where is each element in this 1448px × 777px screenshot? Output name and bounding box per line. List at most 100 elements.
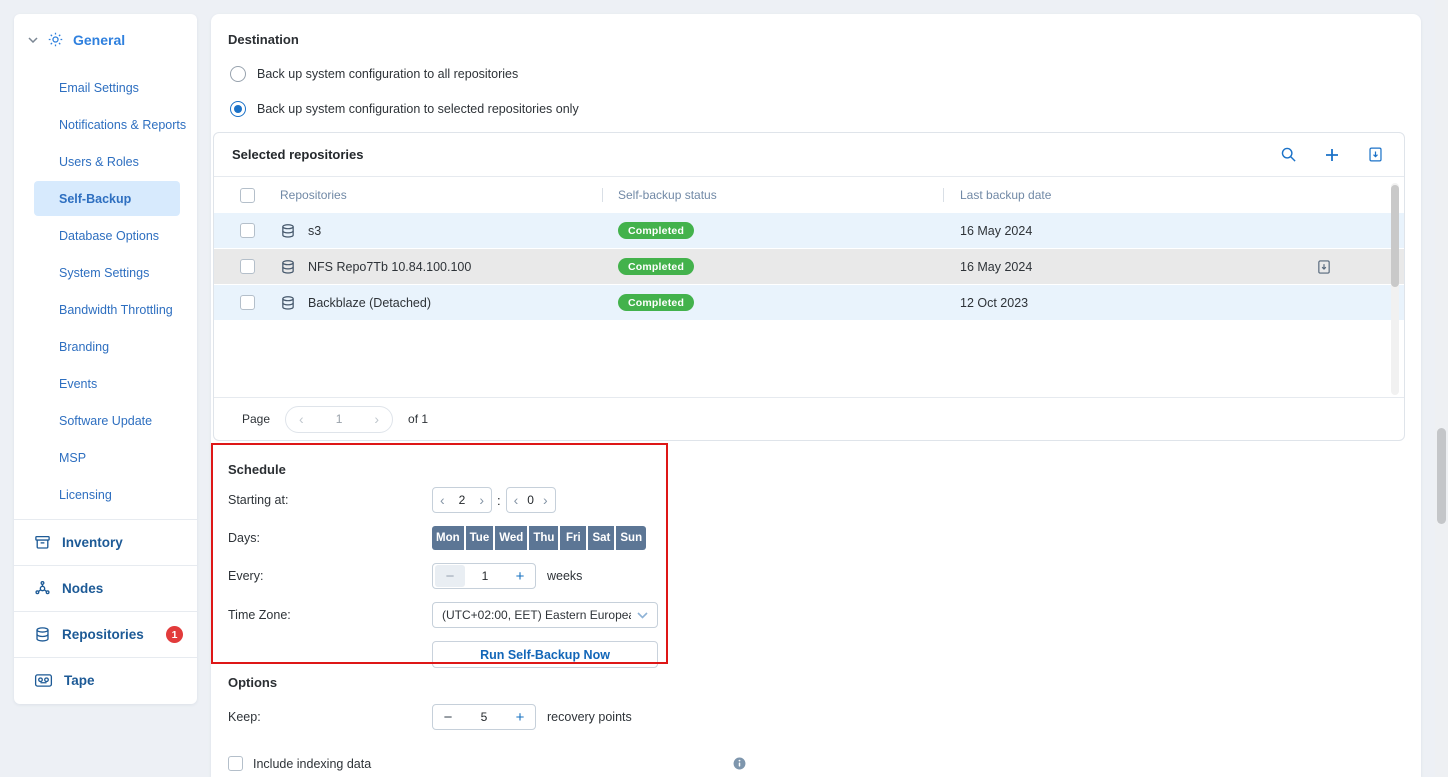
column-divider	[943, 188, 944, 202]
sidebar-item-tape[interactable]: Tape	[14, 657, 197, 703]
weeks-value: 1	[465, 569, 505, 583]
table-row[interactable]: Backblaze (Detached) Completed 12 Oct 20…	[214, 285, 1404, 321]
day-button-sat[interactable]: Sat	[588, 526, 614, 550]
minute-stepper[interactable]: ‹ 0 ›	[506, 487, 556, 513]
sidebar-item-branding[interactable]: Branding	[14, 328, 197, 365]
timezone-value: (UTC+02:00, EET) Eastern European...	[442, 608, 631, 622]
keep-row: Keep: − 5 + recovery points	[228, 704, 1421, 730]
keep-stepper[interactable]: − 5 +	[432, 704, 536, 730]
every-label: Every:	[228, 569, 432, 583]
window-scrollbar[interactable]	[1435, 0, 1448, 777]
sidebar: General Email Settings Notifications & R…	[14, 14, 197, 704]
database-icon	[280, 259, 296, 275]
every-row: Every: − 1 + weeks	[228, 563, 1421, 589]
column-header-date: Last backup date	[960, 188, 1316, 202]
hour-stepper[interactable]: ‹ 2 ›	[432, 487, 492, 513]
hour-decrement-icon[interactable]: ‹	[440, 493, 445, 507]
timezone-select[interactable]: (UTC+02:00, EET) Eastern European...	[432, 602, 658, 628]
repository-name: Backblaze (Detached)	[308, 296, 431, 310]
minute-decrement-icon[interactable]: ‹	[514, 493, 519, 507]
repositories-panel-title: Selected repositories	[232, 147, 364, 162]
starting-at-row: Starting at: ‹ 2 › : ‹ 0 ›	[228, 487, 1421, 513]
sidebar-item-events[interactable]: Events	[14, 365, 197, 402]
restore-icon[interactable]	[1316, 259, 1332, 275]
day-button-mon[interactable]: Mon	[432, 526, 464, 550]
page-label: Page	[242, 412, 270, 426]
tape-icon	[34, 673, 53, 688]
sidebar-item-repositories[interactable]: Repositories 1	[14, 611, 197, 657]
hour-increment-icon[interactable]: ›	[479, 493, 484, 507]
pagination-bar: Page ‹ 1 › of 1	[214, 397, 1404, 440]
time-separator: :	[497, 493, 501, 508]
day-button-thu[interactable]: Thu	[529, 526, 558, 550]
day-button-sun[interactable]: Sun	[616, 526, 646, 550]
timezone-label: Time Zone:	[228, 608, 432, 622]
weeks-stepper[interactable]: − 1 +	[432, 563, 536, 589]
notification-badge: 1	[166, 626, 183, 643]
table-scrollbar-thumb[interactable]	[1391, 185, 1399, 287]
sidebar-item-system-settings[interactable]: System Settings	[14, 254, 197, 291]
radio-selected-repositories[interactable]: Back up system configuration to selected…	[230, 101, 1421, 117]
sidebar-item-self-backup[interactable]: Self-Backup	[34, 181, 180, 216]
table-empty-space	[214, 321, 1404, 397]
day-button-tue[interactable]: Tue	[466, 526, 494, 550]
database-icon	[280, 295, 296, 311]
increment-icon[interactable]: +	[505, 706, 535, 728]
row-checkbox[interactable]	[240, 223, 255, 238]
sidebar-item-email-settings[interactable]: Email Settings	[14, 69, 197, 106]
day-button-fri[interactable]: Fri	[560, 526, 586, 550]
info-icon[interactable]	[733, 757, 746, 770]
last-backup-date: 16 May 2024	[960, 260, 1316, 274]
pager-control: ‹ 1 ›	[285, 406, 393, 433]
include-indexing-checkbox[interactable]	[228, 756, 243, 771]
radio-icon[interactable]	[230, 66, 246, 82]
current-page: 1	[336, 412, 343, 426]
page-total: of 1	[408, 412, 428, 426]
chevron-down-icon	[28, 37, 38, 43]
row-checkbox[interactable]	[240, 259, 255, 274]
restore-icon[interactable]	[1367, 146, 1384, 163]
sidebar-item-bandwidth-throttling[interactable]: Bandwidth Throttling	[14, 291, 197, 328]
minute-increment-icon[interactable]: ›	[543, 493, 548, 507]
sidebar-section-label: Repositories	[62, 627, 144, 642]
repositories-icon	[34, 626, 51, 643]
select-all-checkbox[interactable]	[240, 188, 255, 203]
add-icon[interactable]	[1324, 147, 1340, 163]
table-scrollbar[interactable]	[1391, 183, 1399, 395]
sidebar-subitems: Email Settings Notifications & Reports U…	[14, 69, 197, 513]
sidebar-group-label: General	[73, 32, 125, 48]
next-page-icon[interactable]: ›	[374, 411, 379, 427]
window-scrollbar-thumb[interactable]	[1437, 428, 1446, 524]
table-row[interactable]: NFS Repo7Tb 10.84.100.100 Completed 16 M…	[214, 249, 1404, 285]
day-selector: Mon Tue Wed Thu Fri Sat Sun	[432, 526, 646, 550]
chevron-down-icon	[631, 612, 648, 619]
sidebar-item-nodes[interactable]: Nodes	[14, 565, 197, 611]
sidebar-item-users-roles[interactable]: Users & Roles	[14, 143, 197, 180]
repository-name: s3	[308, 224, 321, 238]
sidebar-item-msp[interactable]: MSP	[14, 439, 197, 476]
timezone-row: Time Zone: (UTC+02:00, EET) Eastern Euro…	[228, 602, 1421, 628]
table-row[interactable]: s3 Completed 16 May 2024	[214, 213, 1404, 249]
increment-icon[interactable]: +	[505, 565, 535, 587]
sidebar-item-licensing[interactable]: Licensing	[14, 476, 197, 513]
day-button-wed[interactable]: Wed	[495, 526, 527, 550]
decrement-icon[interactable]: −	[435, 565, 465, 587]
destination-title: Destination	[228, 14, 1421, 47]
options-title: Options	[228, 675, 1421, 690]
row-checkbox[interactable]	[240, 295, 255, 310]
radio-all-repositories[interactable]: Back up system configuration to all repo…	[230, 66, 1421, 82]
sidebar-item-inventory[interactable]: Inventory	[14, 519, 197, 565]
radio-all-label: Back up system configuration to all repo…	[257, 67, 518, 81]
sidebar-group-general[interactable]: General	[14, 14, 197, 57]
run-self-backup-button[interactable]: Run Self-Backup Now	[432, 641, 658, 668]
sidebar-item-database-options[interactable]: Database Options	[14, 217, 197, 254]
sidebar-item-notifications-reports[interactable]: Notifications & Reports	[14, 106, 197, 143]
search-icon[interactable]	[1280, 146, 1297, 163]
gear-icon	[46, 30, 65, 49]
days-row: Days: Mon Tue Wed Thu Fri Sat Sun	[228, 526, 1421, 550]
radio-icon-checked[interactable]	[230, 101, 246, 117]
sidebar-item-software-update[interactable]: Software Update	[14, 402, 197, 439]
nodes-icon	[34, 580, 51, 597]
previous-page-icon[interactable]: ‹	[299, 411, 304, 427]
decrement-icon[interactable]: −	[433, 706, 463, 728]
